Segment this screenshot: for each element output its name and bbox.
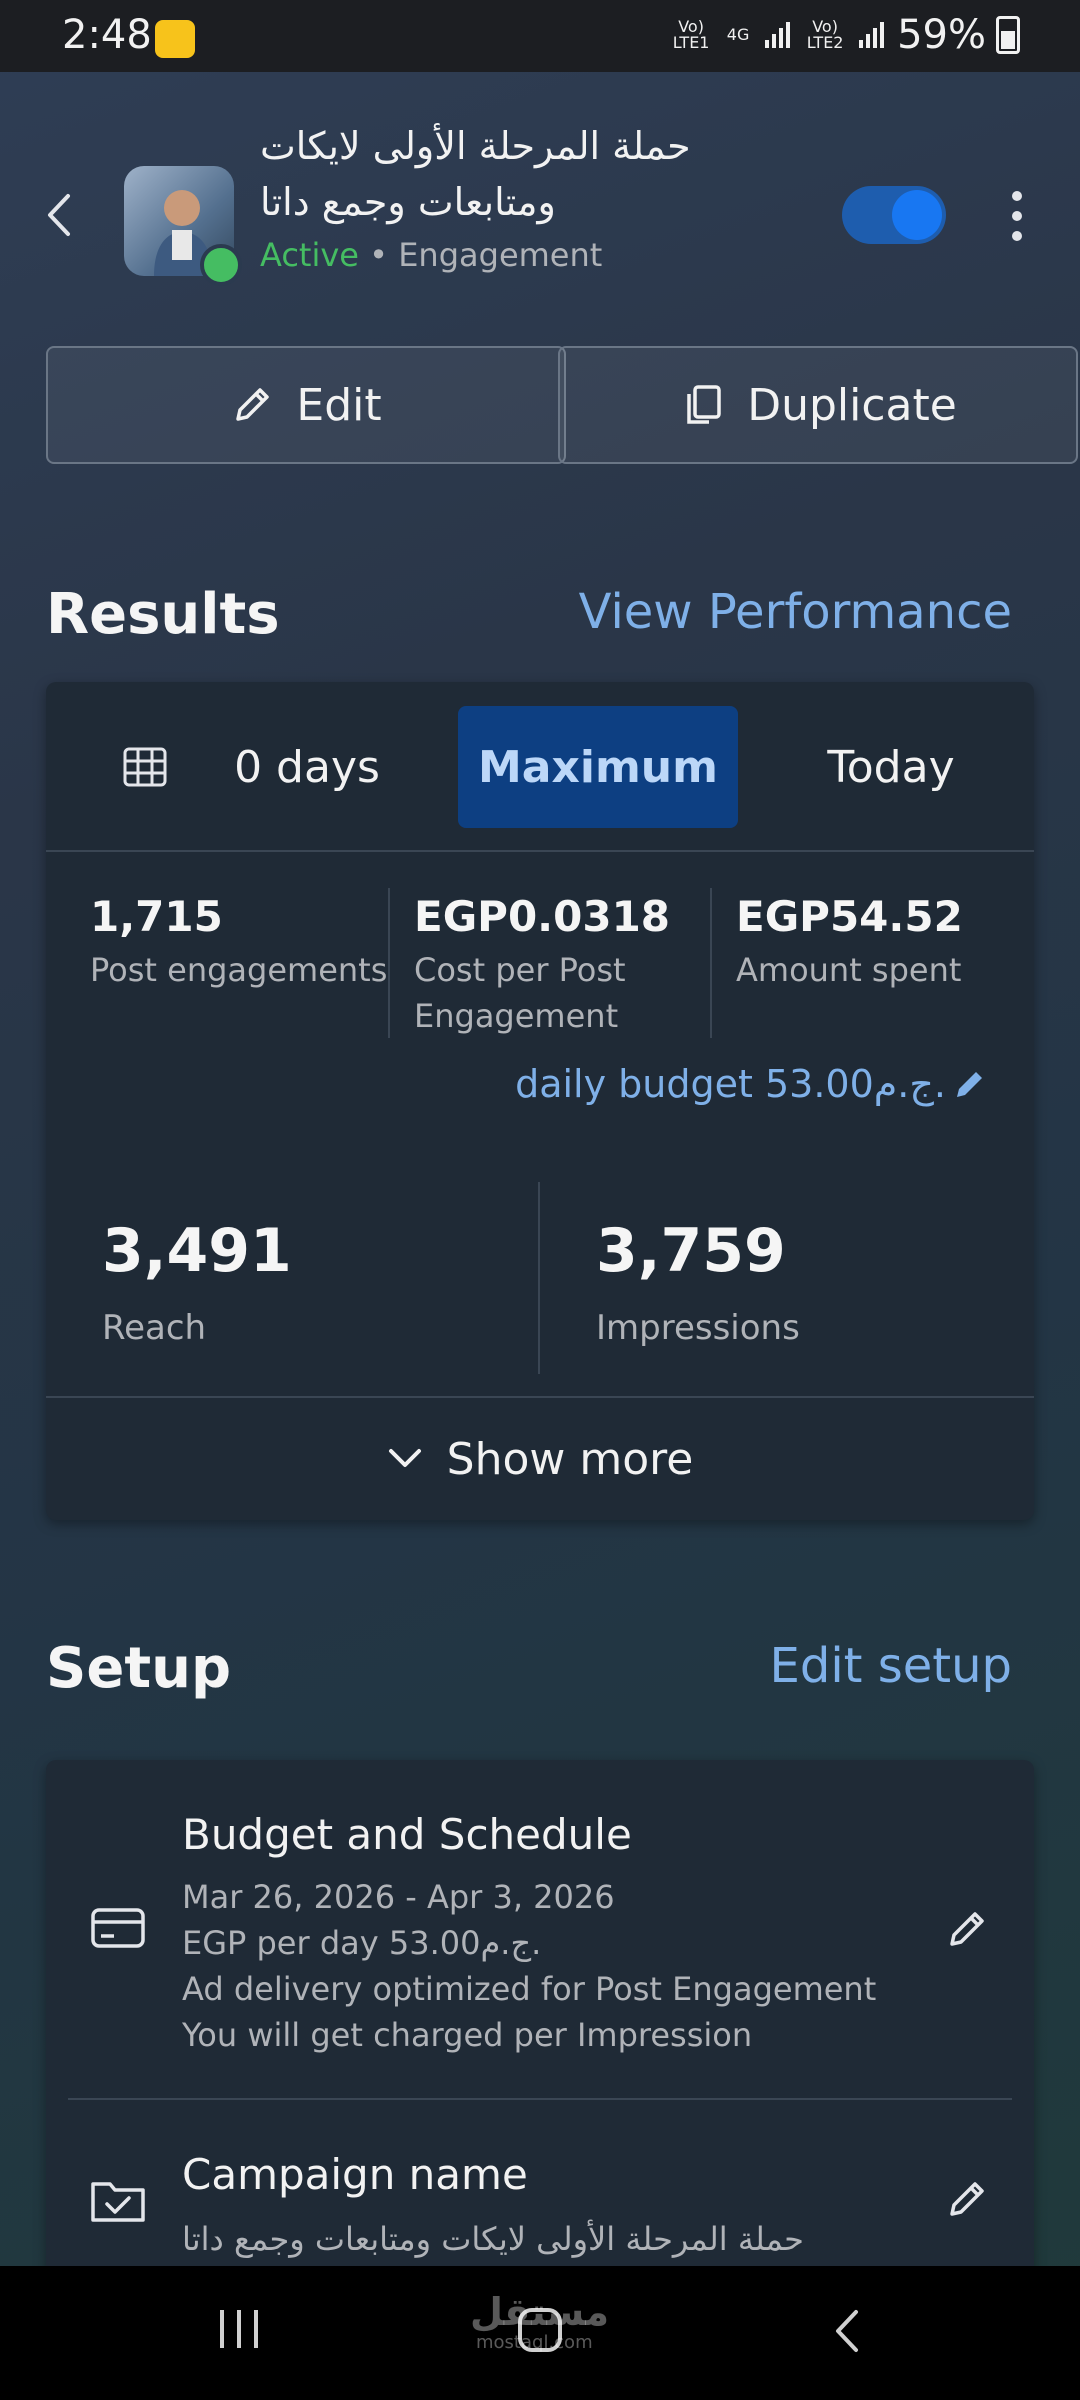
signal-icon-2 <box>859 22 885 48</box>
folder-check-icon <box>91 2182 145 2222</box>
nav-back-icon[interactable] <box>826 2306 866 2356</box>
table-calendar-icon <box>123 747 167 787</box>
watermark-logo: مستقل <box>470 2290 609 2334</box>
credit-card-icon <box>91 1908 145 1948</box>
show-more-button[interactable]: Show more <box>46 1398 1034 1520</box>
net1-label: Vo) LTE1 <box>672 17 710 52</box>
metric-post-engagements: 1,715 Post engagements <box>90 892 390 993</box>
battery-icon <box>996 16 1020 54</box>
metric-value: 1,715 <box>90 892 223 941</box>
impressions-value: 3,759 <box>596 1216 786 1286</box>
metric-label: Cost per Post Engagement <box>414 951 626 1035</box>
campaign-toggle[interactable] <box>842 186 946 244</box>
edit-budget-pencil-icon[interactable] <box>944 1906 990 1952</box>
date-range-selector[interactable]: 0 days <box>46 682 456 852</box>
recent-apps-icon[interactable] <box>216 2306 262 2352</box>
metric-label: Post engagements <box>90 951 388 989</box>
metric-amount-spent: EGP54.52 Amount spent <box>736 892 1016 993</box>
divider <box>68 2098 1012 2100</box>
toggle-knob <box>892 190 942 240</box>
signal-icon <box>765 22 791 48</box>
edit-campaign-name-pencil-icon[interactable] <box>944 2176 990 2222</box>
divider <box>388 888 390 1038</box>
daily-budget-label: daily budget 53.00ج.م. <box>515 1062 946 1106</box>
tab-maximum[interactable]: Maximum <box>458 706 738 828</box>
budget-optimization: Ad delivery optimized for Post Engagemen… <box>182 1970 877 2008</box>
status-indicators: Vo) LTE1 4G Vo) LTE2 59% <box>669 12 1020 58</box>
status-time: 2:48 <box>62 12 152 58</box>
divider <box>46 850 1034 852</box>
duplicate-label: Duplicate <box>747 379 957 431</box>
show-more-label: Show more <box>446 1433 694 1485</box>
duplicate-button[interactable]: Duplicate <box>558 346 1078 464</box>
campaign-name-value: حملة المرحلة الأولى لايكات ومتابعات وجمع… <box>182 2220 804 2258</box>
budget-amount: EGP per day 53.00ج.م. <box>182 1924 542 1962</box>
budget-charge: You will get charged per Impression <box>182 2016 753 2054</box>
metric-label: Amount spent <box>736 951 962 989</box>
app-notification-icon <box>155 20 195 58</box>
setup-card: Budget and Schedule Mar 26, 2026 - Apr 3… <box>46 1760 1034 2280</box>
duplicate-icon <box>687 385 721 424</box>
status-active: Active <box>260 236 359 274</box>
battery-percent: 59% <box>897 12 986 58</box>
metric-value: EGP0.0318 <box>414 892 671 941</box>
impressions-label: Impressions <box>596 1308 800 1348</box>
results-card: 0 days Maximum Today 1,715 Post engageme… <box>46 682 1034 1520</box>
setup-title: Setup <box>46 1636 232 1701</box>
campaign-title: حملة المرحلة الأولى لايكات ومتابعات وجمع… <box>260 124 691 224</box>
pencil-icon <box>957 1072 982 1097</box>
pencil-icon <box>236 388 270 421</box>
chevron-down-icon <box>388 1449 421 1467</box>
objective-label: Engagement <box>398 236 603 274</box>
view-performance-link[interactable]: View Performance <box>579 584 1012 640</box>
budget-dates: Mar 26, 2026 - Apr 3, 2026 <box>182 1878 615 1916</box>
edit-label: Edit <box>296 379 382 431</box>
net-type-label: 4G <box>726 25 750 44</box>
results-title: Results <box>46 582 280 647</box>
separator: • <box>369 236 389 274</box>
metric-value: EGP54.52 <box>736 892 963 941</box>
daily-budget-link[interactable]: daily budget 53.00ج.م. <box>515 1062 988 1106</box>
reach-value: 3,491 <box>102 1216 292 1286</box>
active-status-dot <box>200 244 242 286</box>
edit-setup-link[interactable]: Edit setup <box>770 1638 1012 1694</box>
tab-today[interactable]: Today <box>746 682 1036 852</box>
metric-cost-per-engagement: EGP0.0318 Cost per Post Engagement <box>414 892 694 1039</box>
divider <box>538 1182 540 1374</box>
back-arrow-icon[interactable] <box>40 190 80 240</box>
campaign-subtitle: Active • Engagement <box>260 236 602 274</box>
divider <box>710 888 712 1038</box>
net2-label: Vo) LTE2 <box>806 17 844 52</box>
campaign-name-title: Campaign name <box>182 2150 528 2199</box>
reach-label: Reach <box>102 1308 207 1348</box>
watermark-url: mostaql.com <box>476 2332 593 2353</box>
edit-button[interactable]: Edit <box>46 346 566 464</box>
more-options-icon[interactable] <box>1005 186 1029 246</box>
budget-schedule-title: Budget and Schedule <box>182 1810 632 1859</box>
date-range-label: 0 days <box>234 741 380 793</box>
